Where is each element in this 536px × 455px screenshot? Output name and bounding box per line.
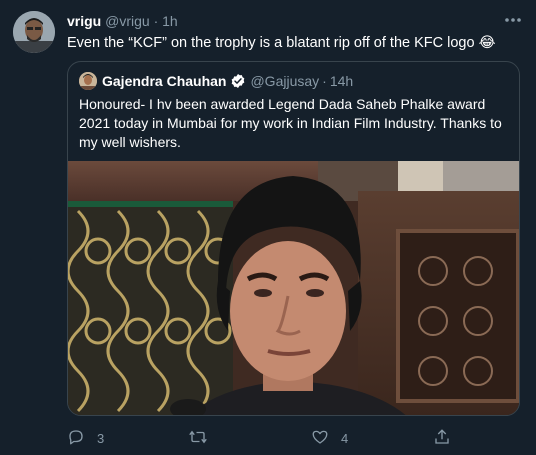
- share-button[interactable]: [433, 428, 451, 449]
- tweet-action-bar: 3 4: [67, 428, 520, 448]
- more-options-icon: [504, 10, 522, 28]
- retweet-icon: [188, 428, 208, 449]
- quoted-time: 14h: [329, 73, 354, 89]
- quoted-tweet[interactable]: Gajendra Chauhan @Gajjusay · 14h Honoure…: [67, 61, 520, 416]
- share-icon: [433, 428, 451, 449]
- separator-dot: ·: [153, 13, 159, 29]
- quoted-display-name: Gajendra Chauhan: [102, 73, 227, 89]
- tweet-text: Even the “KCF” on the trophy is a blatan…: [67, 35, 496, 51]
- quoted-tweet-text: Honoured- I hv been awarded Legend Dada …: [79, 96, 502, 150]
- reply-button[interactable]: 3: [67, 428, 104, 449]
- tweet-time[interactable]: 1h: [162, 13, 178, 29]
- quoted-handle: @Gajjusay: [250, 73, 320, 89]
- author-handle[interactable]: @vrigu: [105, 13, 150, 29]
- quoted-author-avatar: [79, 72, 97, 90]
- like-count: 4: [341, 431, 349, 446]
- like-button[interactable]: 4: [311, 428, 348, 449]
- like-icon: [311, 428, 329, 449]
- quoted-separator-dot: ·: [322, 73, 327, 89]
- retweet-button[interactable]: [188, 428, 220, 449]
- verified-badge-icon: [230, 73, 246, 89]
- tweet-header: vrigu @vrigu · 1h: [67, 12, 178, 30]
- author-display-name[interactable]: vrigu: [67, 13, 101, 29]
- author-avatar[interactable]: [13, 11, 55, 53]
- quoted-tweet-header: Gajendra Chauhan @Gajjusay · 14h: [79, 72, 353, 90]
- reply-count: 3: [97, 431, 105, 446]
- more-options-button[interactable]: [502, 10, 524, 28]
- quoted-tweet-photo[interactable]: [68, 161, 519, 415]
- reply-icon: [67, 428, 85, 449]
